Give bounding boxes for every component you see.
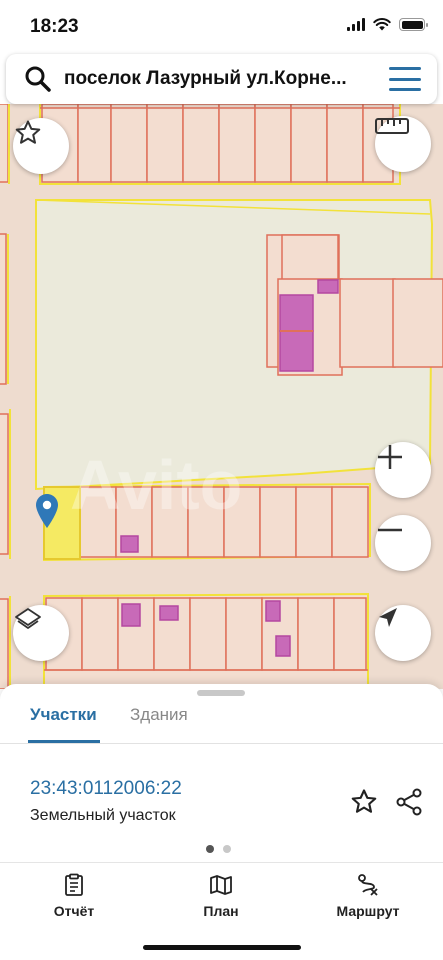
- tab-parcels[interactable]: Участки: [30, 705, 97, 725]
- layers-button[interactable]: [13, 605, 69, 661]
- parcel-type-label: Земельный участок: [30, 807, 176, 824]
- report-icon: [65, 873, 83, 896]
- status-bar: 18:23: [0, 0, 443, 52]
- search-query[interactable]: поселок Лазурный ул.Корне...: [64, 68, 382, 90]
- nav-plan-label: План: [203, 903, 239, 919]
- zoom-in-button[interactable]: [375, 442, 431, 498]
- nav-route[interactable]: Маршрут: [313, 873, 423, 919]
- home-indicator[interactable]: [143, 945, 301, 950]
- wifi-icon: [373, 18, 391, 31]
- menu-icon[interactable]: [389, 67, 421, 91]
- cadastral-number[interactable]: 23:43:0112006:22: [30, 778, 182, 800]
- tab-buildings[interactable]: Здания: [130, 705, 188, 725]
- battery-icon: [399, 18, 428, 31]
- navigation-arrow-icon: [379, 608, 397, 627]
- map-watermark: Avito: [70, 446, 242, 524]
- search-icon[interactable]: [24, 65, 52, 93]
- cellular-signal-icon: [347, 18, 365, 31]
- parcel-info-sheet[interactable]: Участки Здания 23:43:0112006:22 Земельны…: [0, 684, 443, 862]
- share-icon[interactable]: [394, 787, 424, 817]
- nav-plan[interactable]: План: [166, 873, 276, 919]
- status-time: 18:23: [30, 16, 79, 37]
- nav-route-label: Маршрут: [336, 903, 400, 919]
- map-canvas[interactable]: Avito: [0, 104, 443, 689]
- ruler-icon: [375, 118, 409, 134]
- favorite-star-icon[interactable]: [349, 787, 379, 817]
- sheet-drag-handle[interactable]: [197, 690, 245, 696]
- layers-icon: [15, 608, 41, 629]
- favorite-map-button[interactable]: [13, 118, 69, 174]
- ruler-button[interactable]: [375, 116, 431, 172]
- minus-icon: [378, 528, 402, 532]
- status-icons: [347, 18, 428, 31]
- location-pin-icon[interactable]: [36, 494, 58, 528]
- cadastral-map[interactable]: Avito: [0, 104, 443, 689]
- nav-report[interactable]: Отчёт: [19, 873, 129, 919]
- nav-report-label: Отчёт: [53, 903, 95, 919]
- zoom-out-button[interactable]: [375, 515, 431, 571]
- search-bar[interactable]: поселок Лазурный ул.Корне...: [6, 54, 437, 104]
- page-indicator: [206, 845, 231, 853]
- top-block-parcels: [41, 104, 394, 183]
- route-icon: [358, 874, 378, 896]
- page-dot-active: [206, 845, 214, 853]
- page-dot: [223, 845, 231, 853]
- my-location-button[interactable]: [375, 605, 431, 661]
- plus-icon: [378, 445, 402, 469]
- star-icon: [15, 120, 41, 144]
- map-icon: [210, 875, 232, 895]
- tabs-divider: [0, 743, 443, 744]
